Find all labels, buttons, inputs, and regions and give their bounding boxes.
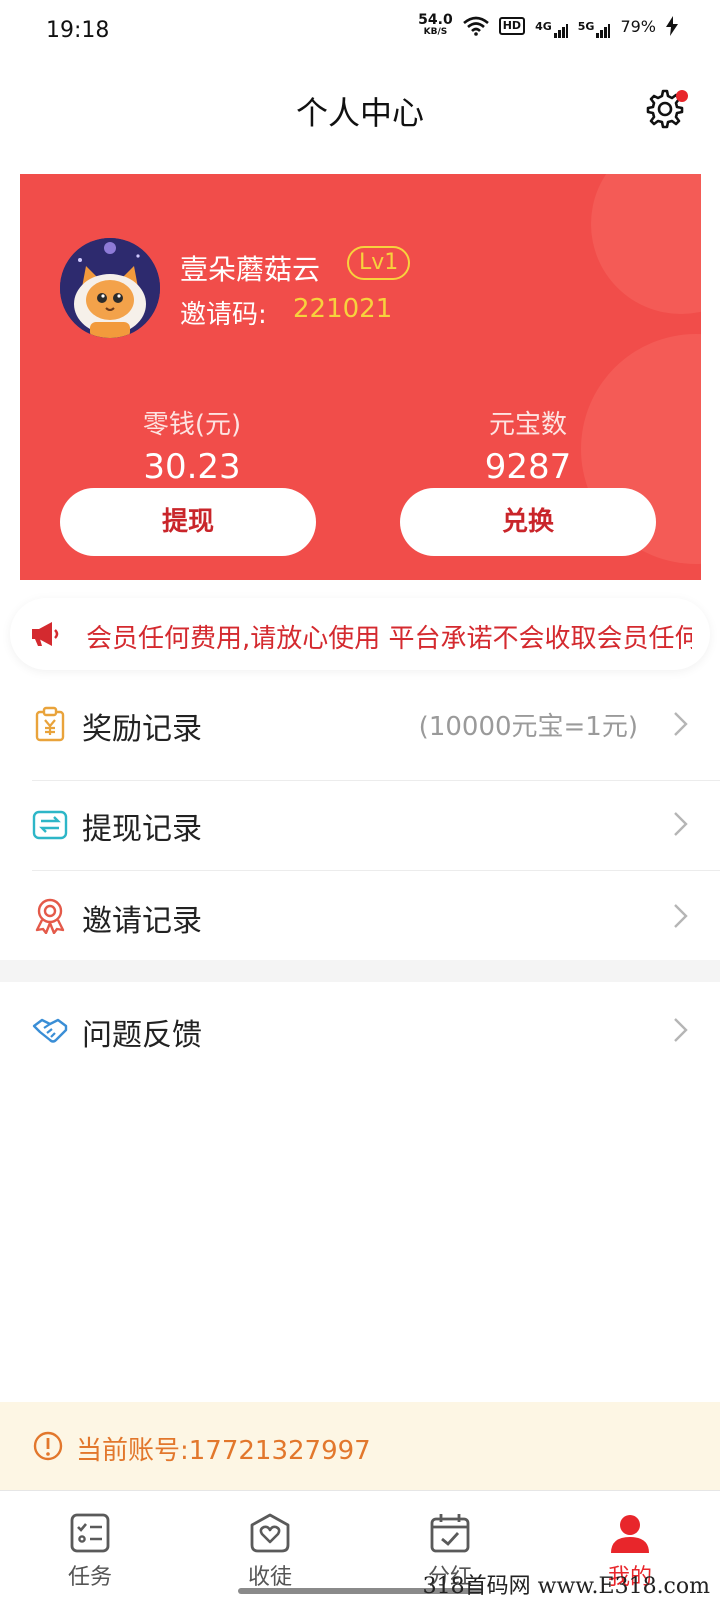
network-speed-unit: KB/S bbox=[423, 27, 448, 37]
menu-item-invite-records[interactable]: 邀请记录 bbox=[0, 872, 720, 960]
menu-item-feedback[interactable]: 问题反馈 bbox=[0, 986, 720, 1074]
menu-item-withdraw-records[interactable]: 提现记录 bbox=[0, 780, 720, 868]
heart-box-icon bbox=[250, 1513, 290, 1553]
settings-button[interactable] bbox=[644, 88, 688, 130]
signal-4g: 4G bbox=[535, 19, 568, 38]
change-stat: 零钱(元) 30.23 bbox=[72, 404, 312, 487]
coins-value: 9287 bbox=[484, 447, 572, 487]
level-badge: Lv1 bbox=[347, 246, 411, 280]
reward-icon bbox=[35, 706, 65, 742]
cat-avatar-icon bbox=[60, 238, 160, 338]
coins-stat: 元宝数 9287 bbox=[408, 404, 648, 487]
card-decoration bbox=[591, 174, 701, 314]
profile-card: 壹朵蘑菇云 Lv1 邀请码: 221021 零钱(元) 30.23 元宝数 92… bbox=[20, 174, 701, 580]
change-label: 零钱(元) bbox=[142, 410, 242, 440]
exchange-rate-hint: (10000元宝=1元) bbox=[418, 712, 638, 742]
menu-label: 提现记录 bbox=[82, 812, 202, 847]
username: 壹朵蘑菇云 bbox=[180, 253, 321, 286]
chevron-right-icon bbox=[674, 812, 688, 836]
exchange-button[interactable]: 兑换 bbox=[400, 488, 656, 556]
divider bbox=[32, 870, 720, 871]
top-bar: 个人中心 bbox=[0, 72, 720, 142]
network-speed-value: 54.0 bbox=[418, 12, 453, 28]
medal-icon bbox=[35, 898, 65, 934]
invite-code-label: 邀请码: bbox=[180, 300, 267, 330]
wifi-icon bbox=[462, 16, 489, 36]
status-icons: 54.0 KB/S HD 4G 5G 79% bbox=[418, 12, 678, 38]
current-account-bar: 当前账号:17721327997 bbox=[0, 1402, 720, 1490]
notification-dot bbox=[676, 90, 688, 102]
wallet-icon bbox=[32, 810, 68, 840]
signal-5g-label: 5G bbox=[577, 19, 595, 33]
signal-bars-icon bbox=[596, 23, 611, 38]
status-bar: 19:18 54.0 KB/S HD 4G 5G 79% bbox=[0, 0, 720, 62]
chevron-right-icon bbox=[674, 904, 688, 928]
profile-page: 19:18 54.0 KB/S HD 4G 5G 79% 个人中心 壹朵蘑菇云 … bbox=[0, 0, 720, 1600]
notice-bar[interactable]: 会员任何费用,请放心使用 平台承诺不会收取会员任何费用,请放心使用 bbox=[10, 598, 710, 670]
nav-label: 任务 bbox=[67, 1565, 112, 1590]
menu-item-reward-records[interactable]: 奖励记录 (10000元宝=1元) bbox=[0, 680, 720, 768]
invite-code-value[interactable]: 221021 bbox=[293, 294, 392, 324]
calendar-check-icon bbox=[430, 1514, 470, 1553]
notice-text: 会员任何费用,请放心使用 平台承诺不会收取会员任何费用,请放心使用 bbox=[86, 624, 692, 654]
network-speed: 54.0 KB/S bbox=[418, 12, 453, 38]
charging-icon bbox=[666, 16, 678, 36]
signal-bars-icon bbox=[553, 23, 568, 38]
task-icon bbox=[70, 1513, 110, 1553]
avatar[interactable] bbox=[60, 238, 160, 338]
signal-5g: 5G bbox=[577, 19, 611, 38]
chevron-right-icon bbox=[674, 712, 688, 736]
change-value: 30.23 bbox=[143, 447, 241, 487]
battery-level: 79% bbox=[620, 16, 656, 36]
withdraw-button[interactable]: 提现 bbox=[60, 488, 316, 556]
nav-tab-recruit[interactable]: 收徒 bbox=[180, 1491, 360, 1600]
megaphone-icon bbox=[32, 622, 59, 646]
signal-4g-label: 4G bbox=[535, 19, 552, 33]
chevron-right-icon bbox=[674, 1018, 688, 1042]
menu-label: 邀请记录 bbox=[82, 904, 202, 939]
handshake-icon bbox=[32, 1018, 68, 1043]
coins-label: 元宝数 bbox=[488, 410, 567, 440]
watermark: 318首码网 www.E318.com bbox=[422, 1574, 710, 1599]
nav-label: 收徒 bbox=[247, 1565, 292, 1590]
status-time: 19:18 bbox=[46, 18, 110, 43]
info-icon bbox=[33, 1431, 63, 1461]
current-account-text: 当前账号:17721327997 bbox=[76, 1436, 371, 1466]
menu-label: 问题反馈 bbox=[82, 1018, 202, 1053]
menu-label: 奖励记录 bbox=[82, 712, 202, 747]
user-icon bbox=[611, 1515, 649, 1553]
nav-tab-tasks[interactable]: 任务 bbox=[0, 1491, 180, 1600]
page-title: 个人中心 bbox=[295, 94, 424, 132]
section-spacer bbox=[0, 960, 720, 982]
hd-icon: HD bbox=[498, 17, 526, 35]
